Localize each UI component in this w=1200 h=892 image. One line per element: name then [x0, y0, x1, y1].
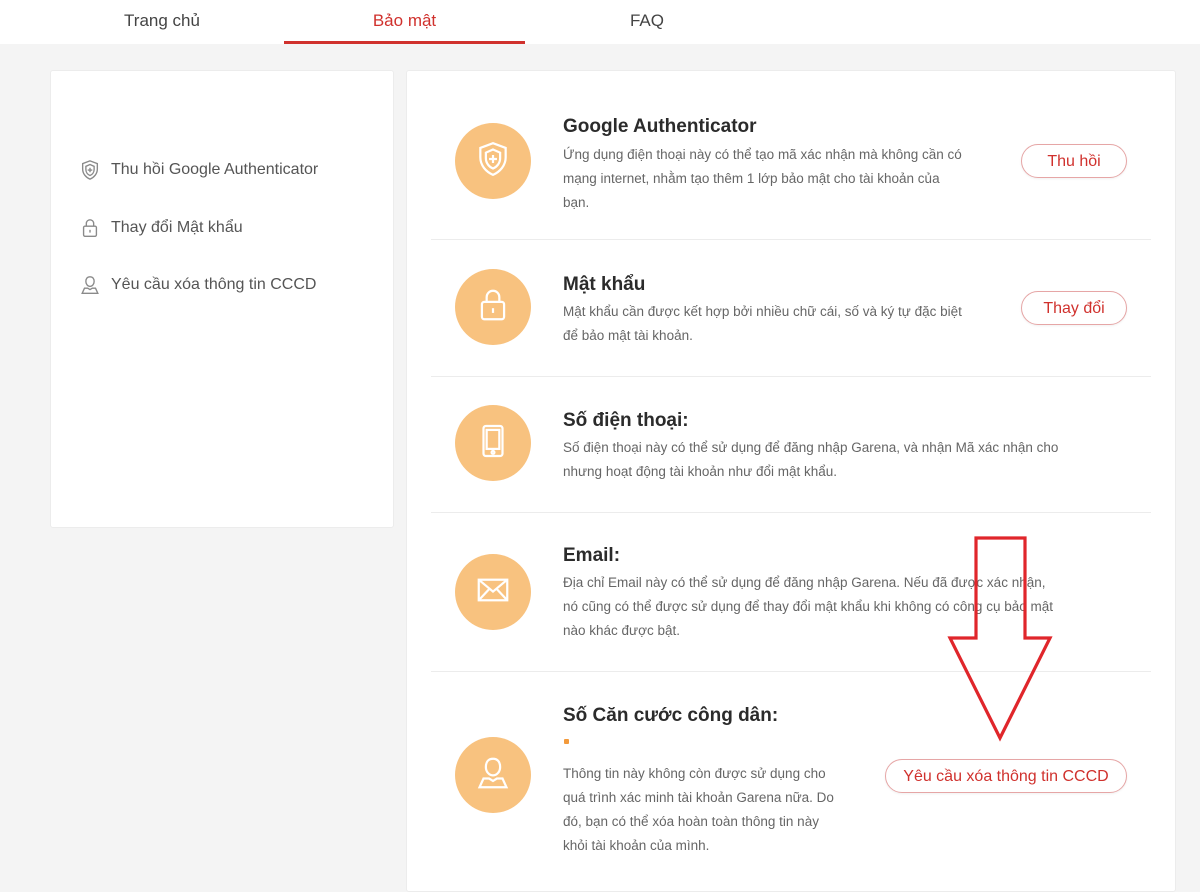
divider — [431, 239, 1151, 240]
top-nav: Trang chủ Bảo mật FAQ — [0, 0, 1200, 44]
phone-badge — [455, 405, 531, 481]
lock-icon — [474, 286, 512, 329]
desc-line: khỏi tài khoản của mình. — [563, 838, 710, 853]
lock-icon — [79, 217, 101, 239]
change-password-button[interactable]: Thay đổi — [1021, 291, 1127, 325]
divider — [431, 376, 1151, 377]
desc-line: bạn. — [563, 195, 590, 210]
shield-icon — [474, 140, 512, 183]
desc-line: Ứng dụng điện thoại này có thể tạo mã xá… — [563, 147, 962, 162]
sidebar-item-change-password[interactable]: Thay đổi Mật khẩu — [79, 215, 243, 241]
item-desc-phone: Số điện thoại này có thể sử dụng để đăng… — [563, 436, 1058, 484]
desc-line: Thông tin này không còn được sử dụng cho — [563, 766, 826, 781]
user-icon — [79, 274, 101, 296]
annotation-arrow-icon — [947, 536, 1053, 742]
request-delete-cccd-button[interactable]: Yêu cầu xóa thông tin CCCD — [885, 759, 1127, 793]
sidebar-item-revoke-authenticator[interactable]: Thu hồi Google Authenticator — [79, 157, 318, 183]
tab-faq[interactable]: FAQ — [525, 0, 769, 44]
sidebar-item-delete-cccd[interactable]: Yêu cầu xóa thông tin CCCD — [79, 272, 316, 298]
divider — [431, 512, 1151, 513]
security-settings-panel: Google Authenticator Ứng dụng điện thoại… — [406, 70, 1176, 892]
item-title-email: Email: — [563, 545, 621, 566]
sidebar-item-label: Thu hồi Google Authenticator — [111, 161, 319, 178]
cccd-badge — [455, 737, 531, 813]
shield-icon — [79, 159, 101, 181]
item-title-authenticator: Google Authenticator — [563, 116, 757, 137]
revoke-authenticator-button[interactable]: Thu hồi — [1021, 144, 1127, 178]
desc-line: để bảo mật tài khoản. — [563, 328, 693, 343]
envelope-icon — [474, 571, 512, 614]
desc-line: mạng internet, nhằm tạo thêm 1 lớp bảo m… — [563, 171, 940, 186]
item-title-password: Mật khẩu — [563, 274, 646, 295]
desc-line: Mật khẩu cần được kết hợp bởi nhiều chữ … — [563, 304, 962, 319]
item-desc-cccd: Thông tin này không còn được sử dụng cho… — [563, 762, 834, 858]
phone-icon — [474, 422, 512, 465]
bullet-dot — [564, 739, 569, 744]
password-badge — [455, 269, 531, 345]
tab-home[interactable]: Trang chủ — [40, 0, 284, 44]
desc-line: nhưng hoạt động tài khoản như đổi mật kh… — [563, 464, 838, 479]
authenticator-badge — [455, 123, 531, 199]
desc-line: đó, bạn có thể xóa hoàn toàn thông tin n… — [563, 814, 819, 829]
desc-line: Số điện thoại này có thể sử dụng để đăng… — [563, 440, 1059, 455]
desc-line: quá trình xác minh tài khoản Garena nữa.… — [563, 790, 834, 805]
item-title-cccd: Số Căn cước công dân: — [563, 705, 779, 726]
sidebar-item-label: Thay đổi Mật khẩu — [111, 219, 243, 236]
user-icon — [474, 754, 512, 797]
item-desc-authenticator: Ứng dụng điện thoại này có thể tạo mã xá… — [563, 143, 962, 215]
sidebar-item-label: Yêu cầu xóa thông tin CCCD — [111, 276, 317, 293]
sidebar: Thu hồi Google Authenticator Thay đổi Mậ… — [50, 70, 394, 528]
email-badge — [455, 554, 531, 630]
item-title-phone: Số điện thoại: — [563, 410, 689, 431]
tab-security[interactable]: Bảo mật — [284, 0, 525, 44]
item-desc-password: Mật khẩu cần được kết hợp bởi nhiều chữ … — [563, 300, 962, 348]
